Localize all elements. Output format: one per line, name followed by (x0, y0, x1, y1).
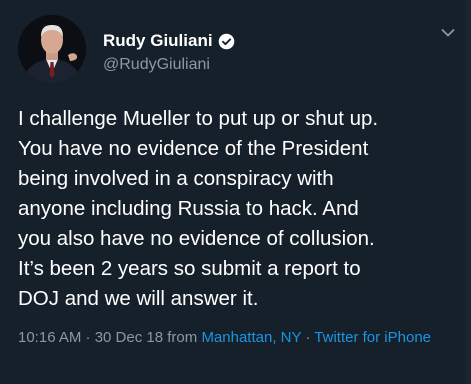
tweet-timestamp[interactable]: 10:16 AM · 30 Dec 18 (18, 329, 163, 346)
author-block: Rudy Giuliani @RudyGiuliani (103, 30, 235, 75)
tweet-meta: 10:16 AM · 30 Dec 18 from Manhattan, NY … (18, 327, 458, 349)
meta-separator: · (301, 329, 315, 346)
author-name[interactable]: Rudy Giuliani (103, 30, 213, 52)
author-handle[interactable]: @RudyGiuliani (103, 55, 235, 75)
source-link[interactable]: Twitter for iPhone (314, 329, 431, 346)
tweet-card: Rudy Giuliani @RudyGiuliani I challenge … (0, 0, 471, 384)
scrollbar-track[interactable] (465, 0, 471, 384)
location-link[interactable]: Manhattan, NY (201, 329, 301, 346)
tweet-text: I challenge Mueller to put up or shut up… (18, 107, 379, 310)
from-label: from (163, 329, 202, 346)
verified-badge-icon (218, 33, 235, 50)
chevron-down-icon[interactable] (441, 28, 455, 38)
name-row: Rudy Giuliani (103, 30, 235, 52)
avatar[interactable] (18, 15, 86, 83)
profile-photo-icon (18, 15, 86, 83)
